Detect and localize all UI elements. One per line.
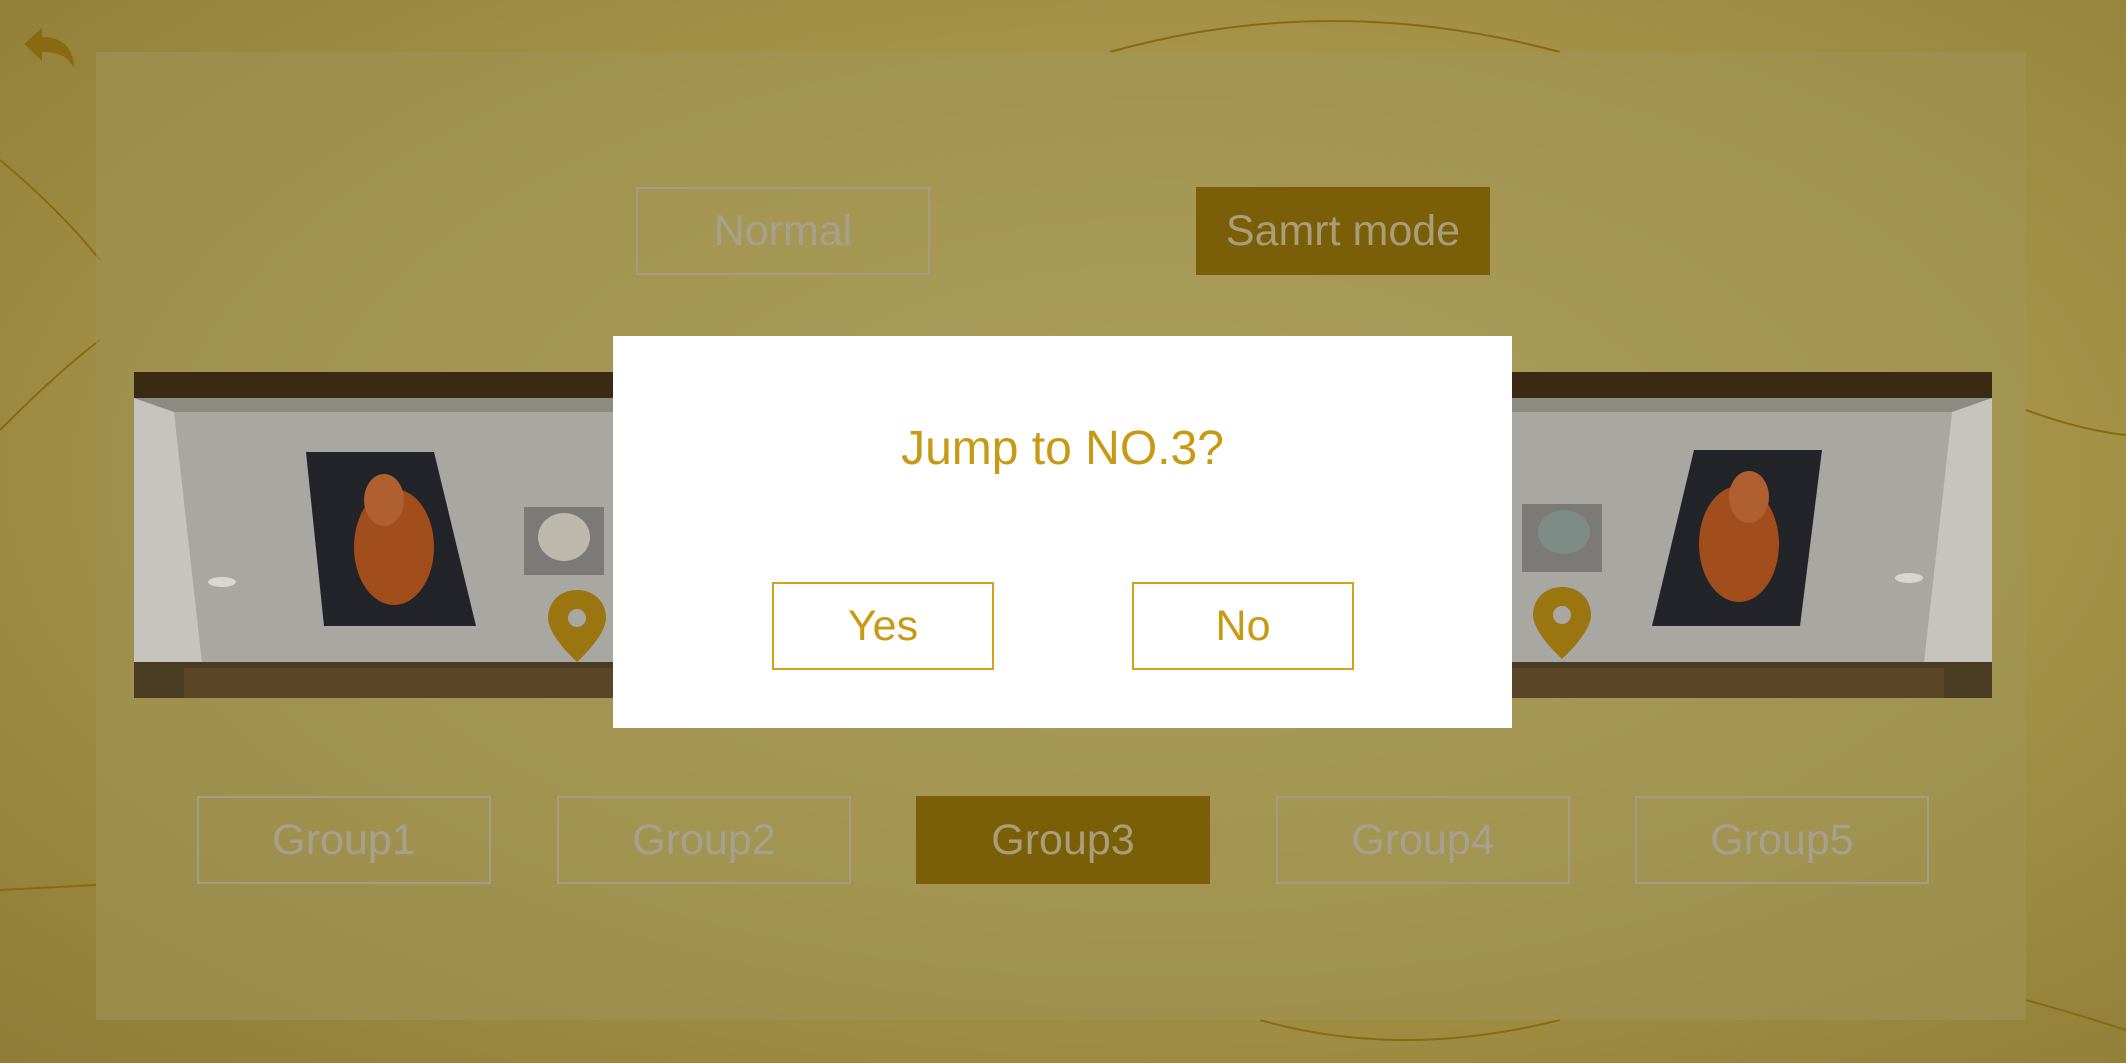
no-button[interactable]: No — [1132, 582, 1354, 670]
dialog-title: Jump to NO.3? — [901, 422, 1224, 475]
group-5-button[interactable]: Group5 — [1635, 796, 1929, 884]
group-4-button[interactable]: Group4 — [1276, 796, 1570, 884]
jump-confirm-dialog: Jump to NO.3? Yes No — [613, 336, 1512, 728]
normal-mode-button[interactable]: Normal — [636, 187, 930, 275]
back-arrow-icon — [24, 28, 74, 68]
group-2-button[interactable]: Group2 — [557, 796, 851, 884]
group-3-button[interactable]: Group3 — [916, 796, 1210, 884]
back-button[interactable] — [20, 22, 80, 82]
yes-button[interactable]: Yes — [772, 582, 994, 670]
group-1-button[interactable]: Group1 — [197, 796, 491, 884]
smart-mode-button[interactable]: Samrt mode — [1196, 187, 1490, 275]
